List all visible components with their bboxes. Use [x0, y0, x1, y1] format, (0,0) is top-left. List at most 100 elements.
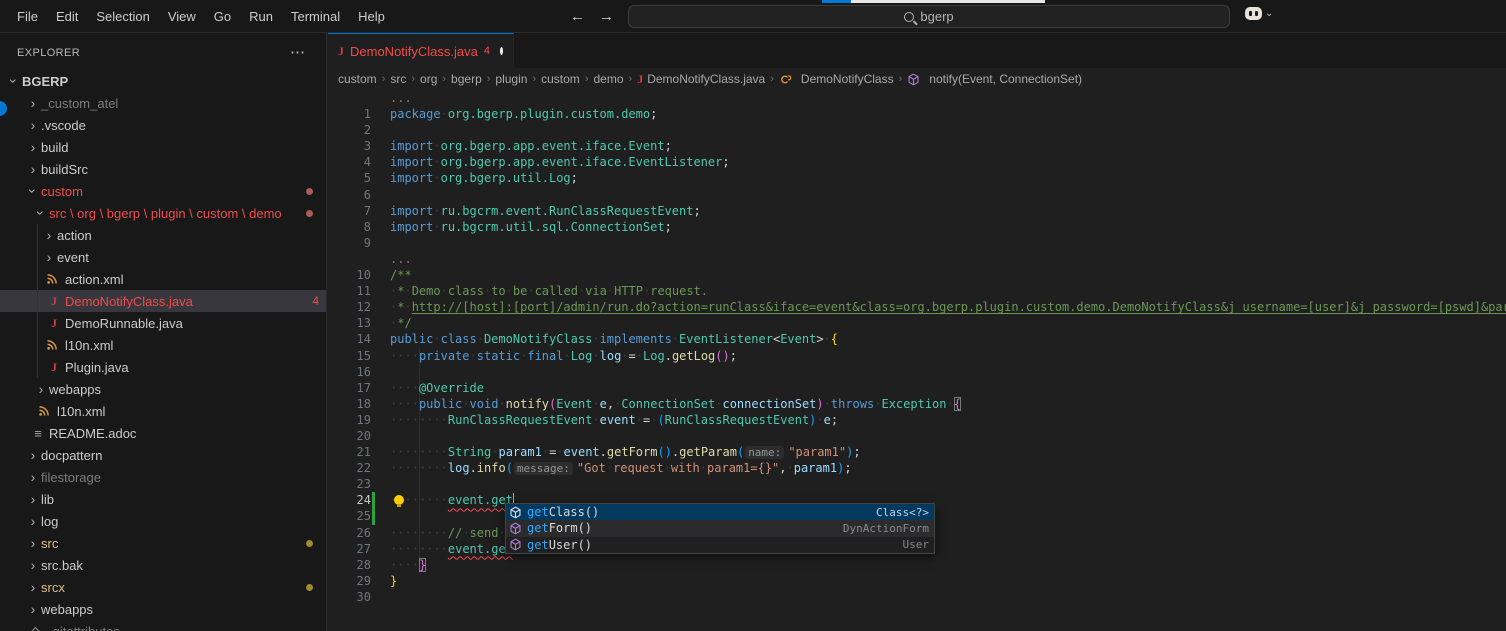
code-token: ;	[571, 171, 578, 185]
code-line-10[interactable]: 10/**	[328, 267, 1506, 283]
tree-item-action[interactable]: ›action	[0, 224, 327, 246]
code-fold-row[interactable]: ...	[328, 251, 1506, 267]
tree-item-plugin-java[interactable]: JPlugin.java	[0, 356, 327, 378]
java-file-icon: J	[46, 316, 62, 331]
tree-item-build[interactable]: ›build	[0, 136, 327, 158]
code-line-20[interactable]: 20	[328, 428, 1506, 444]
unsaved-dot-icon[interactable]	[500, 47, 503, 55]
code-token: connectionSet	[722, 397, 816, 411]
code-line-13[interactable]: 13·*/	[328, 315, 1506, 331]
code-line-9[interactable]: 9	[328, 235, 1506, 251]
tree-item-src-org-bgerp-plugin-custom-demo[interactable]: ›src \ org \ bgerp \ plugin \ custom \ d…	[0, 202, 327, 224]
tree-item-label: l10n.xml	[57, 404, 105, 419]
code-line-5[interactable]: 5import·org.bgerp.util.Log;	[328, 170, 1506, 186]
command-center-search[interactable]: bgerp	[628, 5, 1230, 28]
code-token: EventListener	[679, 332, 773, 346]
suggest-item-getclass[interactable]: getClass()Class<?>	[506, 504, 934, 520]
breadcrumb-item[interactable]: demo	[593, 72, 623, 86]
code-line-19[interactable]: 19········RunClassRequestEvent·event·=·(…	[328, 412, 1506, 428]
suggest-item-getform[interactable]: getForm()DynActionForm	[506, 520, 934, 536]
code-line-11[interactable]: 11·*·Demo·class·to·be·called·via·HTTP·re…	[328, 283, 1506, 299]
tree-item--vscode[interactable]: ›.vscode	[0, 114, 327, 136]
tree-item-label: lib	[41, 492, 54, 507]
code-line-17[interactable]: 17····@Override	[328, 380, 1506, 396]
code-line-28[interactable]: 28····}	[328, 557, 1506, 573]
menu-view[interactable]: View	[159, 5, 205, 29]
code-line-6[interactable]: 6	[328, 187, 1506, 203]
tree-item-lib[interactable]: ›lib	[0, 488, 327, 510]
tab-demonotifyclass[interactable]: J DemoNotifyClass.java 4	[328, 33, 514, 68]
git-status-dot	[306, 540, 313, 547]
menu-go[interactable]: Go	[205, 5, 240, 29]
code-line-30[interactable]: 30	[328, 589, 1506, 605]
tree-item-srcx[interactable]: ›srcx	[0, 576, 327, 598]
menu-terminal[interactable]: Terminal	[282, 5, 349, 29]
line-number: 6	[328, 187, 371, 203]
tree-item-filestorage[interactable]: ›filestorage	[0, 466, 327, 488]
menu-selection[interactable]: Selection	[87, 5, 158, 29]
code-line-16[interactable]: 16	[328, 364, 1506, 380]
forward-button[interactable]: →	[599, 8, 614, 25]
code-token: throws·	[831, 397, 882, 411]
tree-item-log[interactable]: ›log	[0, 510, 327, 532]
breadcrumb-item[interactable]: org	[420, 72, 437, 86]
code-line-7[interactable]: 7import·ru.bgcrm.event.RunClassRequestEv…	[328, 203, 1506, 219]
code-text: }	[390, 573, 397, 589]
code-line-1[interactable]: 1package·org.bgerp.plugin.custom.demo;	[328, 106, 1506, 122]
tree-item-buildsrc[interactable]: ›buildSrc	[0, 158, 327, 180]
breadcrumb-item[interactable]: custom	[338, 72, 377, 86]
tree-item--gitattributes[interactable]: .gitattributes	[0, 620, 327, 631]
copilot-menu[interactable]: ⌄	[1245, 7, 1273, 20]
breadcrumb-item[interactable]: custom	[541, 72, 580, 86]
code-line-12[interactable]: 12·*·http://[host]:[port]/admin/run.do?a…	[328, 299, 1506, 315]
breadcrumb-file[interactable]: JDemoNotifyClass.java	[637, 72, 765, 87]
breadcrumb-item[interactable]: src	[390, 72, 406, 86]
code-line-3[interactable]: 3import·org.bgerp.app.event.iface.Event;	[328, 138, 1506, 154]
breadcrumb-item[interactable]: bgerp	[451, 72, 482, 86]
menu-help[interactable]: Help	[349, 5, 394, 29]
breadcrumb-class-symbol[interactable]: DemoNotifyClass	[779, 72, 894, 86]
tree-item-demonotifyclass-java[interactable]: JDemoNotifyClass.java4	[0, 290, 327, 312]
tree-item-src[interactable]: ›src	[0, 532, 327, 554]
code-line-14[interactable]: 14public·class·DemoNotifyClass·implement…	[328, 331, 1506, 347]
tree-item-src-bak[interactable]: ›src.bak	[0, 554, 327, 576]
menu-edit[interactable]: Edit	[47, 5, 87, 29]
tree-item-webapps[interactable]: ›webapps	[0, 598, 327, 620]
code-line-23[interactable]: 23	[328, 476, 1506, 492]
line-number: 24	[328, 492, 371, 508]
git-file-icon	[30, 626, 46, 631]
breadcrumb-item[interactable]: plugin	[495, 72, 527, 86]
line-number: 18	[328, 396, 371, 412]
code-line-18[interactable]: 18····public·void·notify(Event·e,·Connec…	[328, 396, 1506, 412]
suggest-item-getuser[interactable]: getUser()User	[506, 537, 934, 553]
breadcrumb-method-symbol[interactable]: notify(Event, ConnectionSet)	[907, 72, 1082, 86]
more-actions-icon[interactable]: ⋯	[290, 43, 305, 61]
menu-run[interactable]: Run	[240, 5, 282, 29]
tree-item-bgerp[interactable]: ›BGERP	[0, 70, 327, 92]
code-line-21[interactable]: 21········String·param1·=·event.getForm(…	[328, 444, 1506, 460]
back-button[interactable]: ←	[570, 8, 585, 25]
tree-item-webapps[interactable]: ›webapps	[0, 378, 327, 400]
tree-item-l10n-xml[interactable]: l10n.xml	[0, 400, 327, 422]
indent-guide	[419, 476, 420, 492]
tree-item-action-xml[interactable]: action.xml	[0, 268, 327, 290]
tree-item-readme-adoc[interactable]: ≡README.adoc	[0, 422, 327, 444]
tree-item-l10n-xml[interactable]: l10n.xml	[0, 334, 327, 356]
chevron-icon: ›	[25, 117, 41, 133]
tree-item-demorunnable-java[interactable]: JDemoRunnable.java	[0, 312, 327, 334]
tree-item-docpattern[interactable]: ›docpattern	[0, 444, 327, 466]
code-line-15[interactable]: 15····private·static·final·Log·log·=·Log…	[328, 348, 1506, 364]
code-line-22[interactable]: 22········log.info(message:"Got·request·…	[328, 460, 1506, 476]
code-line-8[interactable]: 8import·ru.bgcrm.util.sql.ConnectionSet;	[328, 219, 1506, 235]
chevron-icon: ›	[25, 535, 41, 551]
tree-item-event[interactable]: ›event	[0, 246, 327, 268]
code-line-29[interactable]: 29}	[328, 573, 1506, 589]
code-token: =·	[629, 349, 643, 363]
menu-file[interactable]: File	[8, 5, 47, 29]
tree-item-custom[interactable]: ›custom	[0, 180, 327, 202]
code-line-4[interactable]: 4import·org.bgerp.app.event.iface.EventL…	[328, 154, 1506, 170]
code-editor[interactable]: ...1package·org.bgerp.plugin.custom.demo…	[328, 90, 1506, 631]
code-line-2[interactable]: 2	[328, 122, 1506, 138]
tree-item--custom-atel[interactable]: ›_custom_atel	[0, 92, 327, 114]
code-fold-row[interactable]: ...	[328, 90, 1506, 106]
